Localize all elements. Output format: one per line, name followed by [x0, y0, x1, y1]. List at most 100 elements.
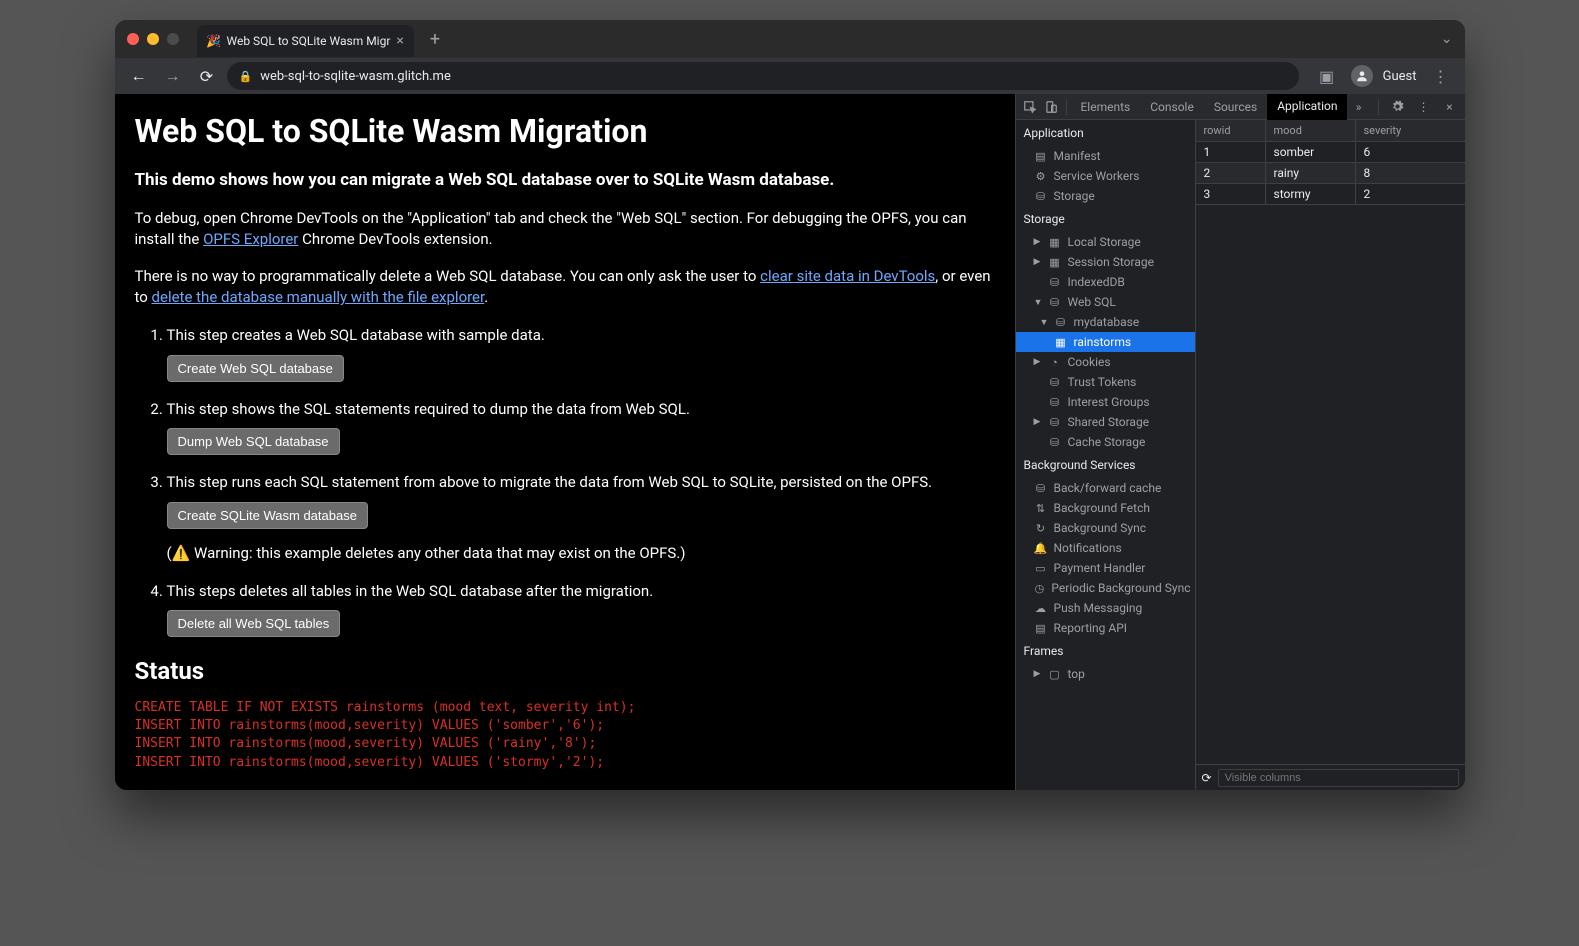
close-tab-icon[interactable]: ×	[396, 33, 403, 49]
sidebar-item-periodic-bg-sync[interactable]: ◷Periodic Background Sync	[1016, 578, 1195, 598]
database-icon: ⛁	[1048, 416, 1062, 429]
traffic-lights	[127, 33, 179, 45]
sidebar-item-background-fetch[interactable]: ⇅Background Fetch	[1016, 498, 1195, 518]
sidebar-item-cookies[interactable]: ▶◔Cookies	[1016, 352, 1195, 372]
create-websql-button[interactable]: Create Web SQL database	[167, 355, 344, 382]
tab-application[interactable]: Application	[1267, 94, 1347, 120]
swap-icon: ⇅	[1034, 502, 1048, 515]
content-area: Web SQL to SQLite Wasm Migration This de…	[115, 94, 1465, 790]
sidebar-item-push-messaging[interactable]: ☁Push Messaging	[1016, 598, 1195, 618]
devtools-menu-icon[interactable]: ⋮	[1413, 96, 1435, 118]
table-row[interactable]: 2 rainy 8	[1196, 163, 1465, 184]
delete-db-manually-link[interactable]: delete the database manually with the fi…	[152, 288, 485, 306]
frame-icon: ▢	[1048, 668, 1062, 681]
sidebar-item-session-storage[interactable]: ▶▦Session Storage	[1016, 252, 1195, 272]
tabs-dropdown-icon[interactable]: ⌄	[1441, 31, 1453, 47]
clear-site-data-link[interactable]: clear site data in DevTools	[760, 267, 935, 285]
address-bar[interactable]: 🔒 web-sql-to-sqlite-wasm.glitch.me	[227, 62, 1299, 90]
sidebar-item-reporting-api[interactable]: ▤Reporting API	[1016, 618, 1195, 638]
forward-button[interactable]: →	[159, 62, 187, 90]
sidebar-item-web-sql[interactable]: ▼⛁Web SQL	[1016, 292, 1195, 312]
section-application: Application	[1016, 120, 1195, 146]
tab-title: Web SQL to SQLite Wasm Migr	[227, 34, 391, 48]
reload-button[interactable]: ⟳	[193, 62, 221, 90]
database-icon: ⛁	[1034, 482, 1048, 495]
back-button[interactable]: ←	[125, 62, 153, 90]
device-toggle-icon[interactable]	[1041, 96, 1062, 118]
sidebar-item-payment-handler[interactable]: ▭Payment Handler	[1016, 558, 1195, 578]
step-3: This step runs each SQL statement from a…	[167, 471, 995, 564]
sidebar-item-indexeddb[interactable]: ⛁IndexedDB	[1016, 272, 1195, 292]
tab-sources[interactable]: Sources	[1204, 94, 1267, 120]
page-content: Web SQL to SQLite Wasm Migration This de…	[115, 94, 1015, 790]
visible-columns-input[interactable]	[1218, 769, 1459, 787]
new-tab-button[interactable]: +	[422, 29, 448, 50]
browser-menu-icon[interactable]: ⋮	[1427, 62, 1455, 90]
minimize-window-button[interactable]	[147, 33, 159, 45]
status-output: CREATE TABLE IF NOT EXISTS rainstorms (m…	[135, 699, 995, 772]
database-icon: ⛁	[1048, 276, 1062, 289]
sidebar-item-service-workers[interactable]: ⚙Service Workers	[1016, 166, 1195, 186]
sidebar-item-trust-tokens[interactable]: ⛁Trust Tokens	[1016, 372, 1195, 392]
devtools-close-icon[interactable]: ×	[1439, 96, 1461, 118]
dump-websql-button[interactable]: Dump Web SQL database	[167, 428, 340, 455]
sidebar-item-local-storage[interactable]: ▶▦Local Storage	[1016, 232, 1195, 252]
sidebar-item-mydatabase[interactable]: ▼⛁mydatabase	[1016, 312, 1195, 332]
inspect-element-icon[interactable]	[1020, 96, 1041, 118]
card-icon: ▭	[1034, 562, 1048, 575]
delete-websql-tables-button[interactable]: Delete all Web SQL tables	[167, 610, 341, 637]
table-header: rowid mood severity	[1196, 120, 1465, 142]
sidebar-item-background-sync[interactable]: ↻Background Sync	[1016, 518, 1195, 538]
sidebar-item-interest-groups[interactable]: ⛁Interest Groups	[1016, 392, 1195, 412]
col-mood[interactable]: mood	[1266, 120, 1356, 141]
col-rowid[interactable]: rowid	[1196, 120, 1266, 141]
browser-window: 🎉 Web SQL to SQLite Wasm Migr × + ⌄ ← → …	[115, 20, 1465, 790]
maximize-window-button[interactable]	[167, 33, 179, 45]
window-titlebar: 🎉 Web SQL to SQLite Wasm Migr × + ⌄	[115, 20, 1465, 58]
page-subhead: This demo shows how you can migrate a We…	[135, 170, 995, 190]
devtools-body: Application ▤Manifest ⚙Service Workers ⛁…	[1016, 120, 1465, 790]
step-1: This step creates a Web SQL database wit…	[167, 324, 995, 382]
document-icon: ▤	[1034, 150, 1048, 163]
tab-console[interactable]: Console	[1140, 94, 1204, 120]
section-frames: Frames	[1016, 638, 1195, 664]
chevron-right-icon: ▶	[1034, 417, 1042, 427]
intro-paragraph-2: There is no way to programmatically dele…	[135, 266, 995, 308]
table-row[interactable]: 1 somber 6	[1196, 142, 1465, 163]
sidebar-item-manifest[interactable]: ▤Manifest	[1016, 146, 1195, 166]
settings-gear-icon[interactable]	[1387, 96, 1409, 118]
chevron-down-icon: ▼	[1040, 317, 1048, 328]
browser-toolbar: ← → ⟳ 🔒 web-sql-to-sqlite-wasm.glitch.me…	[115, 58, 1465, 94]
profile-label[interactable]: Guest	[1383, 69, 1417, 84]
close-window-button[interactable]	[127, 33, 139, 45]
sidebar-item-shared-storage[interactable]: ▶⛁Shared Storage	[1016, 412, 1195, 432]
tab-elements[interactable]: Elements	[1070, 94, 1140, 120]
database-icon: ⛁	[1034, 190, 1048, 203]
page-title: Web SQL to SQLite Wasm Migration	[135, 112, 995, 150]
opfs-explorer-link[interactable]: OPFS Explorer	[203, 230, 298, 248]
sync-icon: ↻	[1034, 522, 1048, 535]
refresh-icon[interactable]: ⟳	[1202, 771, 1212, 785]
cloud-icon: ☁	[1034, 602, 1048, 615]
devtools-panel: Elements Console Sources Application » ⋮…	[1015, 94, 1465, 790]
browser-tab[interactable]: 🎉 Web SQL to SQLite Wasm Migr ×	[197, 25, 414, 57]
chevron-right-icon: ▶	[1034, 357, 1042, 367]
profile-avatar-icon[interactable]	[1351, 65, 1373, 87]
sidebar-item-cache-storage[interactable]: ⛁Cache Storage	[1016, 432, 1195, 452]
sidebar-item-rainstorms[interactable]: ▦rainstorms	[1016, 332, 1195, 352]
devtools-tabs: Elements Console Sources Application » ⋮…	[1016, 94, 1465, 120]
sidebar-item-back-forward-cache[interactable]: ⛁Back/forward cache	[1016, 478, 1195, 498]
sidebar-item-storage[interactable]: ⛁Storage	[1016, 186, 1195, 206]
sidebar-item-top-frame[interactable]: ▶▢top	[1016, 664, 1195, 684]
more-tabs-icon[interactable]: »	[1348, 96, 1370, 118]
create-sqlite-wasm-button[interactable]: Create SQLite Wasm database	[167, 502, 368, 529]
grid-icon: ▦	[1048, 256, 1062, 269]
sidebar-item-notifications[interactable]: 🔔Notifications	[1016, 538, 1195, 558]
table-row[interactable]: 3 stormy 2	[1196, 184, 1465, 205]
url-text: web-sql-to-sqlite-wasm.glitch.me	[260, 69, 451, 84]
col-severity[interactable]: severity	[1356, 120, 1465, 141]
grid-icon: ▦	[1048, 236, 1062, 249]
step-3-warning: (⚠️ Warning: this example deletes any ot…	[167, 543, 995, 564]
panel-toggle-icon[interactable]: ▣	[1313, 62, 1341, 90]
status-heading: Status	[135, 657, 995, 685]
